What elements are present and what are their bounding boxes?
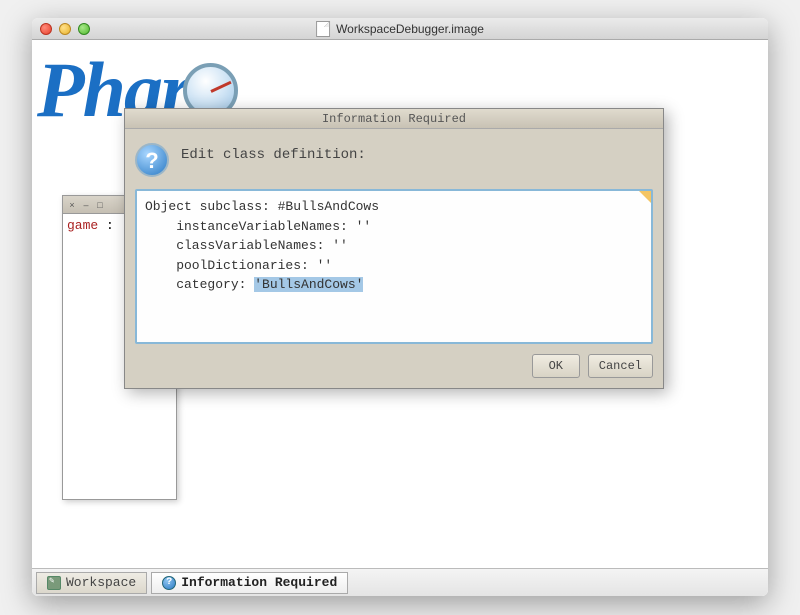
cancel-button[interactable]: Cancel <box>588 354 653 378</box>
taskbar-label: Information Required <box>181 575 337 590</box>
taskbar-workspace[interactable]: Workspace <box>36 572 147 594</box>
workspace-text-rest: : <box>98 218 114 233</box>
dialog-header: ? Edit class definition: <box>135 139 653 189</box>
earmark-icon <box>639 191 651 203</box>
window-title: WorkspaceDebugger.image <box>336 22 484 36</box>
maximize-icon[interactable]: □ <box>95 200 105 210</box>
code-line: classVariableNames: '' <box>145 238 348 253</box>
workspace-text: game <box>67 218 98 233</box>
code-editor[interactable]: Object subclass: #BullsAndCows instanceV… <box>135 189 653 344</box>
file-icon <box>316 21 330 37</box>
dialog-title: Information Required <box>125 109 663 129</box>
maximize-button[interactable] <box>78 23 90 35</box>
traffic-lights <box>40 23 90 35</box>
minimize-icon[interactable]: – <box>81 200 91 210</box>
info-icon: ? <box>162 576 176 590</box>
workspace-icon <box>47 576 61 590</box>
code-selection: 'BullsAndCows' <box>254 277 363 292</box>
close-button[interactable] <box>40 23 52 35</box>
code-line: Object subclass: #BullsAndCows <box>145 199 379 214</box>
titlebar[interactable]: WorkspaceDebugger.image <box>32 18 768 40</box>
content-area: Phar × – □ game : Information Required ?… <box>32 40 768 596</box>
question-icon: ? <box>135 143 169 177</box>
code-line: instanceVariableNames: '' <box>145 219 371 234</box>
info-dialog: Information Required ? Edit class defini… <box>124 108 664 389</box>
code-line: poolDictionaries: '' <box>145 258 332 273</box>
dialog-body: ? Edit class definition: Object subclass… <box>125 129 663 388</box>
minimize-button[interactable] <box>59 23 71 35</box>
taskbar-info[interactable]: ? Information Required <box>151 572 348 594</box>
dialog-buttons: OK Cancel <box>135 344 653 378</box>
code-line: category: <box>145 277 254 292</box>
titlebar-title: WorkspaceDebugger.image <box>316 21 484 37</box>
taskbar: Workspace ? Information Required <box>32 568 768 596</box>
taskbar-label: Workspace <box>66 575 136 590</box>
dialog-prompt: Edit class definition: <box>181 143 366 163</box>
app-window: WorkspaceDebugger.image Phar × – □ game … <box>32 18 768 596</box>
close-icon[interactable]: × <box>67 200 77 210</box>
ok-button[interactable]: OK <box>532 354 580 378</box>
